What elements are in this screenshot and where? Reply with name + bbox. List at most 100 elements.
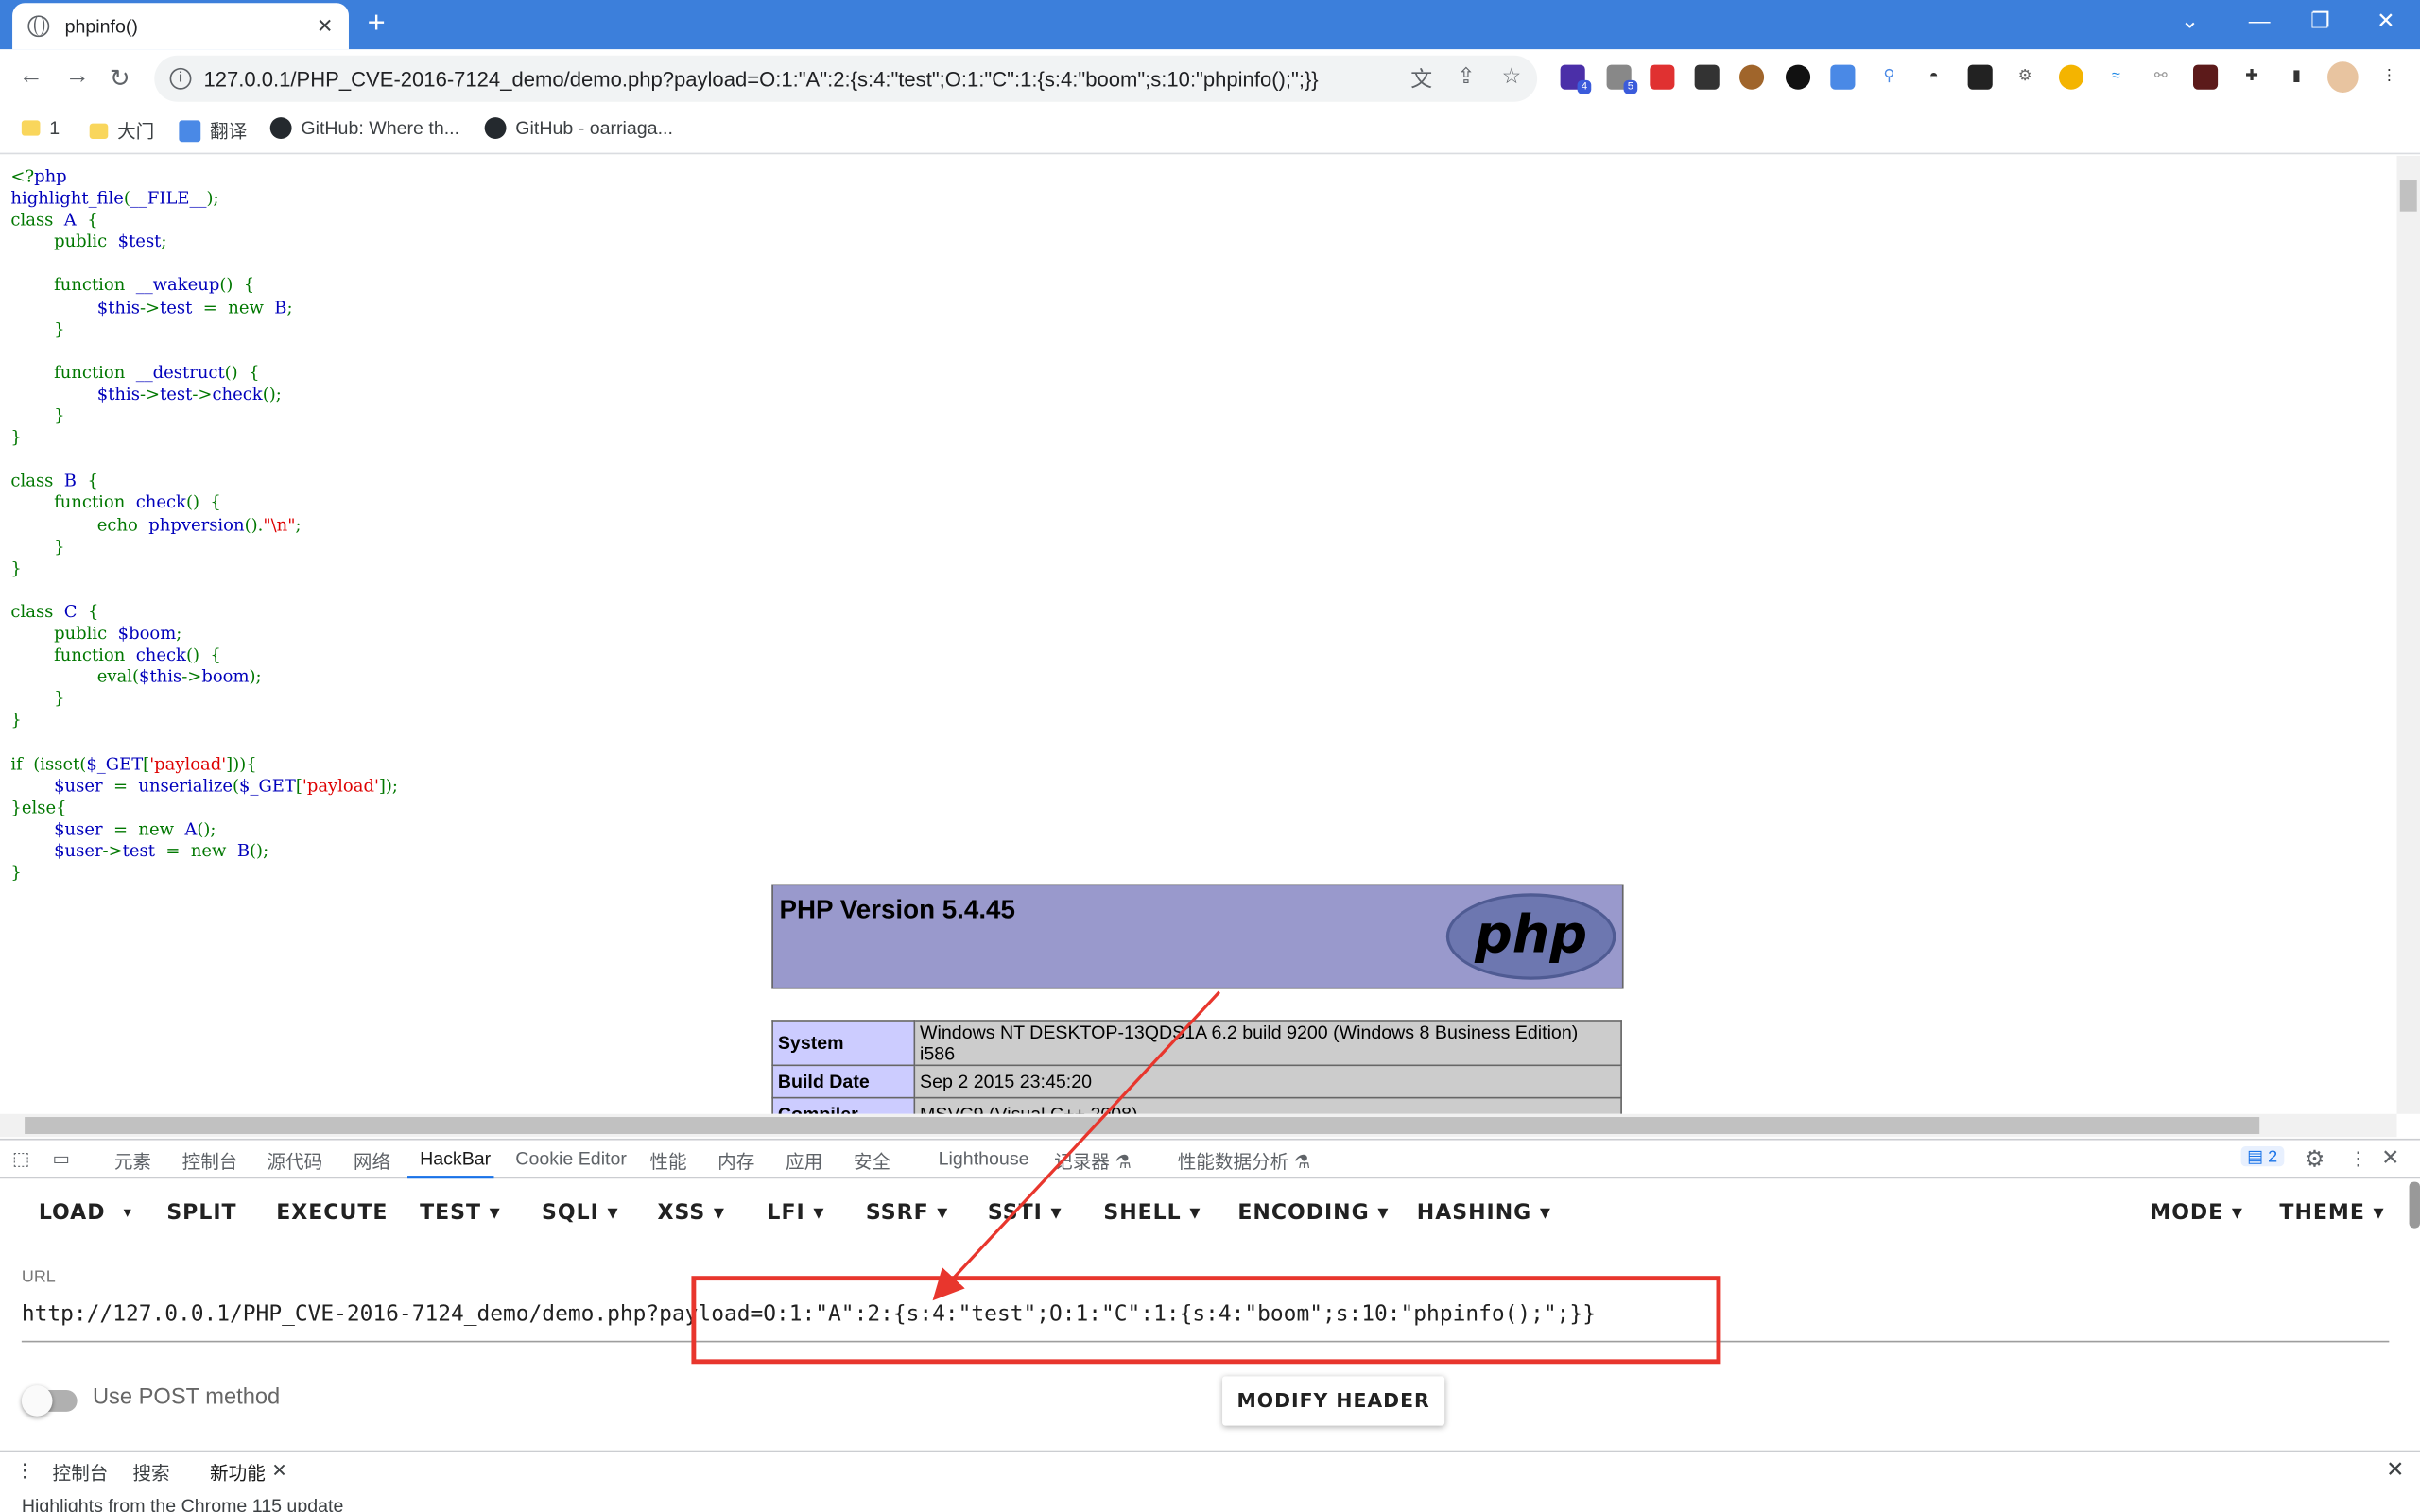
hackbar-scrollbar[interactable]	[2409, 1181, 2420, 1228]
modify-header-button[interactable]: MODIFY HEADER	[1222, 1376, 1445, 1426]
mode-menu[interactable]: MODE ▾	[2150, 1200, 2243, 1225]
extension-fe-icon[interactable]	[1650, 64, 1675, 90]
post-method-toggle[interactable]	[21, 1385, 78, 1417]
extension-gear-icon[interactable]: ⚙	[2012, 64, 2038, 90]
close-drawer-tab-icon[interactable]: ✕	[271, 1459, 286, 1481]
devtools-tab[interactable]: 源代码	[267, 1148, 322, 1175]
forward-icon[interactable]: →	[65, 63, 90, 91]
xss-menu[interactable]: XSS ▾	[658, 1200, 725, 1225]
devtools-tab-hackbar[interactable]: HackBar	[420, 1148, 491, 1170]
load-button[interactable]: LOAD	[39, 1200, 106, 1225]
load-dropdown-icon[interactable]: ▾	[124, 1205, 132, 1222]
reload-icon[interactable]: ↻	[110, 63, 130, 94]
shell-menu[interactable]: SHELL ▾	[1103, 1200, 1201, 1225]
extension-link-icon[interactable]: ⚯	[2148, 64, 2173, 90]
folder-icon	[89, 122, 109, 139]
extension-hat-icon[interactable]: ◓	[1921, 64, 1946, 90]
split-button[interactable]: SPLIT	[166, 1200, 236, 1225]
window-close-icon[interactable]: ✕	[2377, 8, 2394, 34]
info-key: System	[771, 1020, 916, 1067]
extension-box-icon[interactable]	[1967, 64, 1993, 90]
devtools-tab[interactable]: 性能数据分析 ⚗	[1178, 1148, 1311, 1175]
hackbar-panel: LOAD ▾ SPLIT EXECUTE TEST ▾ SQLI ▾ XSS ▾…	[0, 1178, 2420, 1451]
bookmark-item[interactable]: GitHub - oarriaga...	[484, 117, 673, 139]
devtools-tab[interactable]: 内存	[717, 1148, 754, 1175]
bookmark-item[interactable]: 1	[21, 117, 60, 139]
close-drawer-icon[interactable]: ✕	[2386, 1456, 2404, 1483]
device-toolbar-icon[interactable]: ▭	[53, 1148, 71, 1170]
extension-pin-icon[interactable]: ⚲	[1876, 64, 1902, 90]
browser-tab[interactable]: phpinfo() ✕	[12, 3, 349, 50]
url-label: URL	[21, 1268, 56, 1287]
inspect-element-icon[interactable]: ⬚	[12, 1148, 30, 1170]
site-info-icon[interactable]: i	[169, 67, 192, 90]
devtools-tab[interactable]: 控制台	[182, 1148, 238, 1175]
drawer-tab[interactable]: 控制台	[53, 1459, 109, 1486]
test-menu[interactable]: TEST ▾	[420, 1200, 501, 1225]
extension-wave-icon[interactable]: ≈	[2103, 64, 2129, 90]
extension-cookie-icon[interactable]	[1738, 64, 1765, 90]
devtools-drawer: ⋮ 控制台 搜索 新功能 ✕ ✕	[0, 1450, 2420, 1487]
extension-shield-icon[interactable]	[2058, 64, 2084, 90]
issues-count: 2	[2268, 1147, 2278, 1167]
close-devtools-icon[interactable]: ✕	[2381, 1144, 2399, 1171]
devtools-tab[interactable]: Cookie Editor	[515, 1148, 627, 1170]
bookmark-item[interactable]: GitHub: Where th...	[269, 117, 460, 139]
browser-toolbar: ← → ↻ i 127.0.0.1/PHP_CVE-2016-7124_demo…	[0, 49, 2420, 109]
devtools-tabbar: ⬚ ▭ 元素 控制台 源代码 网络 HackBar Cookie Editor …	[0, 1138, 2420, 1179]
page-vertical-scrollbar[interactable]	[2396, 155, 2420, 1114]
new-tab-button[interactable]: +	[368, 7, 386, 43]
minimize-icon[interactable]: —	[2249, 8, 2271, 32]
bookmark-label: 1	[49, 117, 60, 139]
devtools-tab[interactable]: 性能	[649, 1148, 686, 1175]
extensions-puzzle-icon[interactable]: ✚	[2238, 64, 2265, 90]
page-horizontal-scrollbar[interactable]	[0, 1113, 2397, 1138]
phpinfo-table: System Windows NT DESKTOP-13QDS1A 6.2 bui…	[771, 1020, 1622, 1114]
table-row: Build Date Sep 2 2015 23:45:20	[771, 1064, 1622, 1099]
extension-mask-icon[interactable]	[1694, 64, 1720, 90]
ssti-menu[interactable]: SSTI ▾	[988, 1200, 1063, 1225]
restore-icon[interactable]: ❐	[2310, 8, 2330, 34]
devtools-tab[interactable]: Lighthouse	[939, 1148, 1029, 1170]
bookmark-star-icon[interactable]: ☆	[1502, 63, 1522, 90]
extension-circle-icon[interactable]	[1785, 64, 1811, 90]
encoding-menu[interactable]: ENCODING ▾	[1237, 1200, 1389, 1225]
bookmark-item[interactable]: 大门	[89, 117, 154, 144]
translate-icon	[179, 119, 201, 142]
drawer-content: Highlights from the Chrome 115 update	[0, 1486, 2420, 1512]
close-tab-icon[interactable]: ✕	[317, 14, 334, 39]
sqli-menu[interactable]: SQLI ▾	[542, 1200, 618, 1225]
hashing-menu[interactable]: HASHING ▾	[1417, 1200, 1551, 1225]
php-source-code: <?php highlight_file(__FILE__); class A …	[10, 166, 398, 883]
devtools-tab[interactable]: 记录器 ⚗	[1054, 1148, 1132, 1175]
settings-gear-icon[interactable]: ⚙	[2305, 1144, 2325, 1173]
side-panel-icon[interactable]: ▮	[2284, 64, 2309, 90]
translate-icon[interactable]: 文	[1410, 63, 1432, 94]
theme-menu[interactable]: THEME ▾	[2279, 1200, 2384, 1225]
address-bar[interactable]: i 127.0.0.1/PHP_CVE-2016-7124_demo/demo.…	[154, 55, 1538, 102]
extension-translate-icon[interactable]	[1830, 64, 1856, 90]
drawer-tab[interactable]: 搜索	[132, 1459, 169, 1486]
devtools-tab[interactable]: 元素	[114, 1148, 151, 1175]
devtools-tab[interactable]: 应用	[786, 1148, 822, 1175]
drawer-menu-icon[interactable]: ⋮	[15, 1459, 34, 1481]
devtools-tab[interactable]: 网络	[354, 1148, 390, 1175]
bookmark-item[interactable]: 翻译	[179, 117, 247, 144]
bookmark-label: GitHub: Where th...	[301, 117, 460, 139]
back-icon[interactable]: ←	[19, 63, 43, 91]
extension-badge: 4	[1577, 79, 1592, 94]
share-icon[interactable]: ⇪	[1457, 63, 1475, 90]
tab-title: phpinfo()	[64, 15, 138, 38]
address-text[interactable]: 127.0.0.1/PHP_CVE-2016-7124_demo/demo.ph…	[204, 67, 1319, 90]
more-options-icon[interactable]: ⋮	[2349, 1148, 2368, 1170]
tab-search-icon[interactable]: ⌄	[2181, 8, 2199, 34]
browser-menu-icon[interactable]: ⋮	[2377, 64, 2402, 90]
issues-badge[interactable]: ▤ 2	[2240, 1146, 2284, 1167]
profile-avatar[interactable]	[2327, 61, 2359, 93]
ssrf-menu[interactable]: SSRF ▾	[866, 1200, 948, 1225]
devtools-tab[interactable]: 安全	[854, 1148, 890, 1175]
drawer-tab-active[interactable]: 新功能	[210, 1459, 266, 1486]
lfi-menu[interactable]: LFI ▾	[767, 1200, 824, 1225]
extension-dark-icon[interactable]	[2192, 64, 2219, 90]
execute-button[interactable]: EXECUTE	[276, 1200, 388, 1225]
